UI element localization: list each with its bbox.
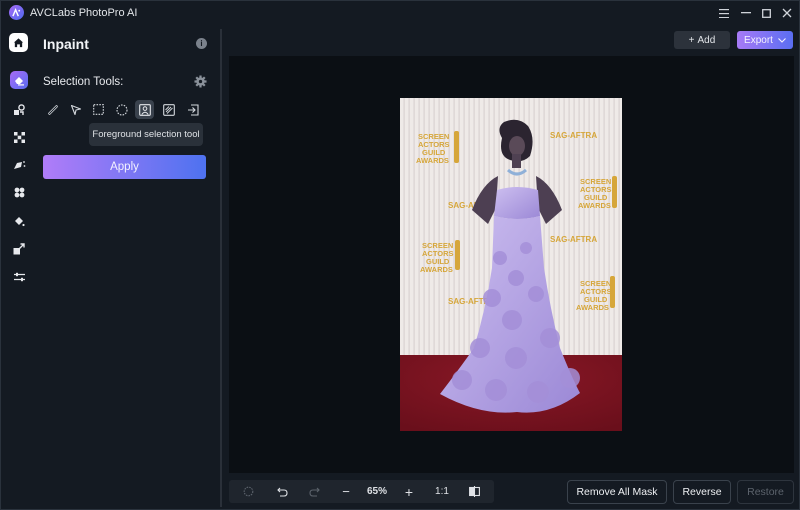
panel-divider[interactable] [220,29,222,507]
rail-item-objects[interactable] [10,101,28,119]
import-icon [187,103,199,116]
info-icon[interactable]: i [196,38,207,49]
tool-background[interactable] [159,100,178,119]
eraser-icon [15,76,24,85]
sparkle-brush-icon [13,161,25,169]
redo-button[interactable] [305,480,323,503]
rail-item-enhance[interactable] [10,156,28,174]
add-button[interactable]: + Add [674,31,730,49]
grid-icon [13,131,25,143]
zoom-in-button[interactable]: + [400,480,418,503]
rail-item-fan[interactable] [10,183,28,201]
compare-icon [468,486,480,497]
tooltip: Foreground selection tool [89,123,203,146]
home-icon [13,38,24,48]
app-window: AVCLabs PhotoPro AI Inpaint i Selection … [0,0,800,510]
shapes-icon [14,104,25,115]
app-title: AVCLabs PhotoPro AI [30,7,138,19]
paint-bucket-icon [15,217,25,227]
restore-button[interactable]: Restore [737,480,794,504]
remove-all-mask-button[interactable]: Remove All Mask [567,480,667,504]
dotted-circle-icon [243,486,253,497]
photo[interactable]: SCREEN ACTORS GUILD AWARDS SAG-AFTRA SCR… [400,98,622,431]
rail-item-adjust[interactable] [10,268,28,286]
ellipse-select-icon [115,103,128,116]
maximize-icon[interactable] [758,5,774,21]
logo-text: SAG-AFTRA [550,235,597,244]
tool-ellipse[interactable] [112,100,131,119]
logo-text: AWARDS [420,265,453,274]
person-select-icon [138,103,151,116]
rail-item-colorize[interactable] [10,212,28,230]
menu-icon[interactable] [716,5,732,21]
export-button[interactable]: Export [737,31,793,49]
chevron-down-icon [778,37,786,43]
fan-icon [14,187,24,197]
close-icon[interactable] [779,5,795,21]
logo-text: AWARDS [578,201,611,210]
logo-text: SAG-AFTRA [550,131,597,140]
logo-text: AWARDS [416,156,449,165]
zoom-level: 65% [366,486,387,497]
minimize-icon[interactable] [738,5,754,21]
actual-size-button[interactable]: 1:1 [431,480,453,503]
left-rail [1,25,35,510]
photo-image: SCREEN ACTORS GUILD AWARDS SAG-AFTRA SCR… [400,98,622,431]
rectangle-select-icon [93,104,104,115]
app-logo-icon [9,5,24,20]
apply-button[interactable]: Apply [43,155,206,179]
tool-import[interactable] [183,100,202,119]
compare-button[interactable] [465,480,483,503]
rail-item-inpaint[interactable] [10,71,28,89]
image-canvas[interactable]: SCREEN ACTORS GUILD AWARDS SAG-AFTRA SCR… [229,56,794,473]
pointer-icon [70,104,81,115]
plus-icon: + [688,34,695,46]
gear-icon[interactable] [194,75,207,88]
resize-icon [13,243,25,255]
export-label: Export [744,34,773,46]
selection-tools-label: Selection Tools: [43,76,124,88]
brush-icon [47,104,58,115]
redo-icon [308,487,320,497]
add-label: Add [697,34,716,46]
tool-rectangle[interactable] [89,100,108,119]
reverse-button[interactable]: Reverse [673,480,731,504]
panel-title: Inpaint [43,36,89,52]
inpaint-panel: Inpaint i Selection Tools: Foreground se… [35,25,221,510]
rail-item-pixel[interactable] [10,128,28,146]
tool-foreground[interactable] [135,100,154,119]
zoom-out-button[interactable]: − [337,480,355,503]
undo-button[interactable] [273,480,291,503]
tool-brush[interactable] [43,100,62,119]
rail-item-upscale[interactable] [10,240,28,258]
rail-item-home[interactable] [9,33,28,52]
zoom-toolbar: − 65% + 1:1 [229,480,494,503]
logo-text: AWARDS [576,303,609,312]
hatch-select-icon [162,103,175,116]
reset-view-button[interactable] [239,480,257,503]
tool-lasso[interactable] [66,100,85,119]
title-bar: AVCLabs PhotoPro AI [1,1,800,25]
sliders-icon [13,272,25,282]
undo-icon [276,487,288,497]
